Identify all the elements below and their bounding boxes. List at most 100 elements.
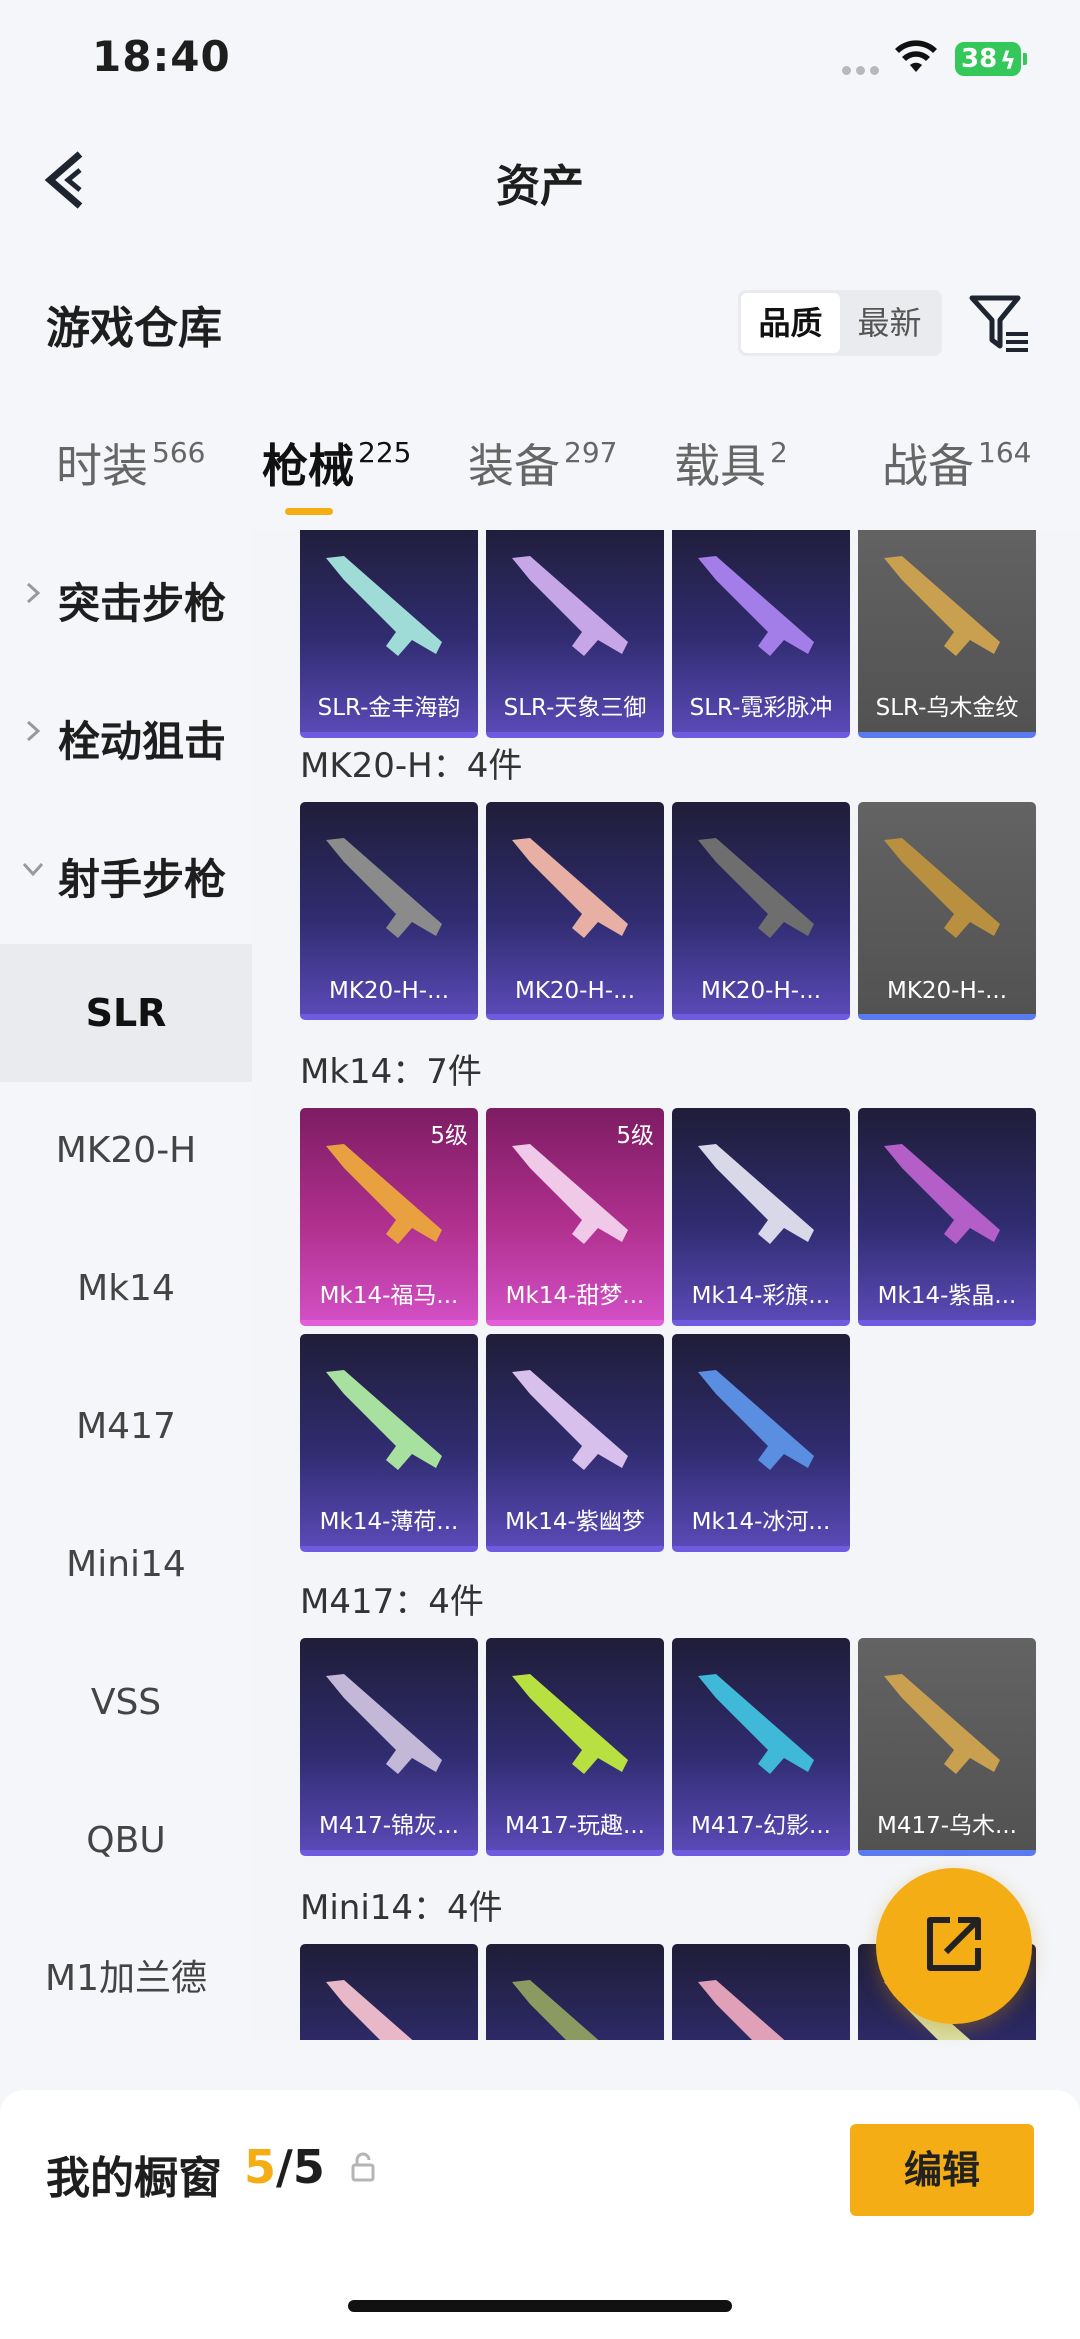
rifle-icon — [698, 1370, 814, 1470]
weapon-name: M417-玩趣... — [505, 1813, 645, 1839]
battery-level: 38 — [961, 44, 998, 74]
sort-quality-button[interactable]: 品质 — [741, 293, 840, 353]
weapon-name: Mk14-甜梦... — [505, 1283, 645, 1309]
weapon-card[interactable]: M417-锦灰... — [300, 1638, 478, 1856]
tab-fashion[interactable]: 时装 566 — [56, 430, 205, 496]
tab-firearms[interactable]: 枪械 225 — [262, 430, 411, 496]
rifle-icon — [884, 838, 1000, 938]
sidebar-item-label: 射手步枪 — [58, 855, 227, 904]
rifle-icon — [326, 1674, 442, 1774]
tab-equipment[interactable]: 装备 297 — [468, 430, 617, 496]
weapon-name: SLR-霓彩脉冲 — [689, 695, 833, 721]
sidebar-item-marksman-rifle[interactable]: 射手步枪 — [0, 806, 252, 944]
weapon-card[interactable]: MK20-H-... — [672, 802, 850, 1020]
rifle-icon — [512, 556, 628, 656]
weapon-name: MK20-H-... — [886, 978, 1008, 1004]
weapon-name: MK20-H-... — [514, 978, 636, 1004]
weapon-card[interactable]: Mk14-薄荷... — [300, 1334, 478, 1552]
home-indicator — [348, 2300, 732, 2312]
weapon-name: M417-幻影... — [691, 1813, 831, 1839]
weapon-card[interactable] — [486, 1944, 664, 2040]
chevron-right-icon — [26, 582, 41, 604]
weapon-name: Mk14-福马... — [319, 1283, 459, 1309]
rifle-icon — [512, 1674, 628, 1774]
rifle-icon — [512, 1370, 628, 1470]
rifle-icon — [698, 556, 814, 656]
weapon-card[interactable]: 5级 Mk14-甜梦... — [486, 1108, 664, 1326]
rifle-icon — [326, 1370, 442, 1470]
group-title: MK20-H：4件 — [300, 746, 523, 786]
group-title: Mini14：4件 — [300, 1888, 503, 1928]
chevron-down-icon — [22, 862, 44, 877]
sort-toggle: 品质 最新 — [738, 290, 942, 356]
weapon-card[interactable]: Mk14-紫幽梦 — [486, 1334, 664, 1552]
rifle-icon — [884, 556, 1000, 656]
sidebar-item-assault-rifle[interactable]: 突击步枪 — [0, 530, 252, 668]
active-tab-indicator — [285, 508, 333, 515]
weapon-card[interactable]: M417-玩趣... — [486, 1638, 664, 1856]
weapon-card[interactable]: M417-幻影... — [672, 1638, 850, 1856]
rifle-icon — [884, 1674, 1000, 1774]
weapon-card[interactable]: Mk14-冰河... — [672, 1334, 850, 1552]
rifle-icon — [512, 1144, 628, 1244]
weapon-card[interactable]: SLR-霓彩脉冲 — [672, 530, 850, 738]
showcase-label: 我的橱窗 — [46, 2153, 222, 2204]
weapon-card[interactable] — [672, 1944, 850, 2040]
tab-vehicles[interactable]: 载具 2 — [674, 430, 788, 496]
sidebar-item-m417[interactable]: M417 — [0, 1358, 252, 1496]
weapon-name: MK20-H-... — [700, 978, 822, 1004]
weapon-card[interactable]: SLR-乌木金纹 — [858, 530, 1036, 738]
signal-dots-icon — [842, 60, 884, 79]
weapon-card[interactable]: MK20-H-... — [300, 802, 478, 1020]
sidebar-item-vss[interactable]: VSS — [0, 1634, 252, 1772]
tab-combat-supplies[interactable]: 战备 164 — [882, 430, 1031, 496]
category-tabs: 时装 566 枪械 225 装备 297 载具 2 战备 164 — [0, 430, 1080, 530]
battery-icon: 38 ϟ — [955, 42, 1027, 76]
weapon-name: SLR-乌木金纹 — [875, 695, 1019, 721]
weapon-name: SLR-金丰海韵 — [317, 695, 461, 721]
rifle-icon — [326, 556, 442, 656]
weapon-name: Mk14-紫幽梦 — [505, 1509, 645, 1535]
weapon-card[interactable]: Mk14-彩旗... — [672, 1108, 850, 1326]
sidebar-item-slr[interactable]: SLR — [0, 944, 252, 1082]
weapon-card[interactable]: MK20-H-... — [486, 802, 664, 1020]
weapon-name: Mk14-薄荷... — [319, 1509, 459, 1535]
status-time: 18:40 — [92, 32, 231, 81]
weapon-card[interactable] — [300, 1944, 478, 2040]
weapon-card[interactable]: SLR-金丰海韵 — [300, 530, 478, 738]
sidebar-item-label: 突击步枪 — [58, 579, 227, 628]
rifle-icon — [698, 1980, 785, 2040]
sidebar-item-mk20h[interactable]: MK20-H — [0, 1082, 252, 1220]
sidebar-item-bolt-sniper[interactable]: 栓动狙击 — [0, 668, 252, 806]
weapon-card[interactable]: Mk14-紫晶... — [858, 1108, 1036, 1326]
sidebar-item-label: 栓动狙击 — [58, 717, 227, 766]
warehouse-title: 游戏仓库 — [46, 303, 222, 354]
weapon-card[interactable]: MK20-H-... — [858, 802, 1036, 1020]
rifle-icon — [698, 1144, 814, 1244]
edit-button[interactable]: 编辑 — [850, 2124, 1034, 2216]
weapon-name: Mk14-彩旗... — [691, 1283, 831, 1309]
weapon-card[interactable]: SLR-天象三御 — [486, 530, 664, 738]
sidebar-item-qbu[interactable]: QBU — [0, 1772, 252, 1910]
status-bar: 18:40 38 ϟ — [0, 0, 1080, 120]
share-button[interactable] — [876, 1868, 1032, 2024]
lock-icon — [351, 2152, 375, 2182]
sort-newest-button[interactable]: 最新 — [840, 293, 939, 353]
sidebar-item-mk14[interactable]: Mk14 — [0, 1220, 252, 1358]
filter-icon[interactable] — [968, 292, 1032, 354]
weapon-sidebar: 突击步枪 栓动狙击 射手步枪 SLR MK20-H Mk14 M417 Mini… — [0, 530, 252, 2040]
weapon-card[interactable]: M417-乌木... — [858, 1638, 1036, 1856]
rifle-icon — [326, 838, 442, 938]
weapon-card[interactable]: 5级 Mk14-福马... — [300, 1108, 478, 1326]
external-share-icon — [927, 1917, 981, 1971]
rifle-icon — [884, 1144, 1000, 1244]
sidebar-item-mini14[interactable]: Mini14 — [0, 1496, 252, 1634]
weapon-name: MK20-H-... — [328, 978, 450, 1004]
weapon-name: M417-乌木... — [877, 1813, 1017, 1839]
weapon-name: M417-锦灰... — [319, 1813, 459, 1839]
sidebar-item-m1-garand[interactable]: M1加兰德 — [0, 1910, 252, 2048]
weapon-name: SLR-天象三御 — [503, 695, 647, 721]
rifle-icon — [698, 1674, 814, 1774]
weapon-name: Mk14-紫晶... — [877, 1283, 1017, 1309]
group-title: Mk14：7件 — [300, 1052, 482, 1092]
